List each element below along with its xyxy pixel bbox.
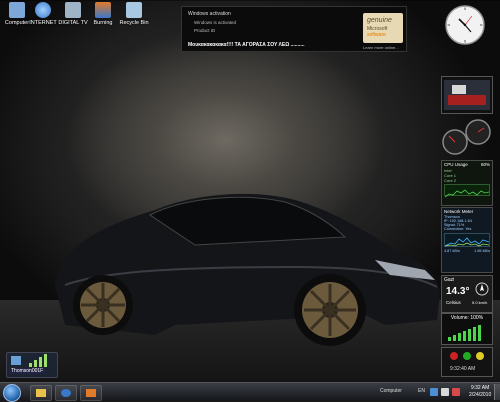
gauge-dials xyxy=(442,119,491,155)
taskbar: Computer EN 9:32 AM 2/24/2010 xyxy=(0,382,500,402)
explorer-icon xyxy=(36,389,46,397)
alarm-green-button[interactable] xyxy=(463,352,471,360)
activation-panel: Windows activation Windows is activated … xyxy=(181,6,407,52)
alarm-red-button[interactable] xyxy=(450,352,458,360)
network-speeds: 4.87 kB/s 1.65 kB/s xyxy=(444,249,490,253)
media-player-icon xyxy=(61,389,71,397)
alarm-yellow-button[interactable] xyxy=(476,352,484,360)
network-tray-icon[interactable] xyxy=(430,388,438,396)
browser-icon xyxy=(35,2,51,18)
volume-tray-icon[interactable] xyxy=(441,388,449,396)
action-center-tray-icon[interactable] xyxy=(452,388,460,396)
network-meter-gadget[interactable]: Network Meter Thomson IP: 192.168.1.64 S… xyxy=(441,207,493,273)
learn-more-link[interactable]: Learn more online... xyxy=(363,45,399,50)
desktop-icon-internet[interactable]: INTERNET xyxy=(26,2,60,26)
taskbar-clock[interactable]: 9:32 AM 2/24/2010 xyxy=(469,385,491,399)
cpu-usage-gadget[interactable]: CPU Usage 60% Intel Core 1 Core 2 xyxy=(441,160,493,206)
language-indicator[interactable]: EN xyxy=(418,388,425,394)
wind-compass-icon xyxy=(475,282,489,296)
computer-icon xyxy=(9,2,25,18)
tray-computer-label[interactable]: Computer xyxy=(380,388,402,394)
clock-gadget[interactable] xyxy=(441,4,491,46)
desktop-icon-recycle-bin[interactable]: Recycle Bin xyxy=(117,2,151,26)
desktop-icon-digital-tv[interactable]: DIGITAL TV xyxy=(56,2,90,26)
cpu-usage-header: CPU Usage 60% xyxy=(444,162,490,167)
meters-gadget[interactable] xyxy=(441,118,491,156)
alarm-clock-gadget[interactable]: 9:32:40 AM xyxy=(441,347,493,377)
thomson-network-icon[interactable]: Thomson001F xyxy=(6,352,58,378)
analog-clock-face xyxy=(445,5,485,45)
tv-icon xyxy=(65,2,81,18)
genuine-microsoft-badge[interactable]: genuine Microsoft software xyxy=(363,13,403,43)
media-center-icon xyxy=(86,389,96,397)
show-desktop-button[interactable] xyxy=(494,384,500,400)
burning-icon xyxy=(95,2,111,18)
desktop-icon-burning[interactable]: Burning xyxy=(86,2,120,26)
cpu-usage-graph xyxy=(444,184,490,198)
volume-gadget[interactable]: Volume: 100% xyxy=(441,313,493,345)
desktop-wallpaper xyxy=(0,0,500,382)
car-wallpaper-image xyxy=(55,193,440,346)
taskbar-explorer-button[interactable] xyxy=(30,385,52,401)
slideshow-image xyxy=(444,80,490,110)
taskbar-media-player-button[interactable] xyxy=(55,385,77,401)
network-traffic-graph xyxy=(444,233,490,247)
start-button[interactable] xyxy=(3,384,21,402)
weather-gadget[interactable]: Gazi 14.3° Celsius 5.0 km/h xyxy=(441,275,493,313)
slideshow-gadget[interactable] xyxy=(441,76,493,114)
recycle-bin-icon xyxy=(126,2,142,18)
taskbar-media-center-button[interactable] xyxy=(80,385,102,401)
volume-level-bars xyxy=(448,325,481,341)
signal-strength-icon xyxy=(11,354,47,367)
